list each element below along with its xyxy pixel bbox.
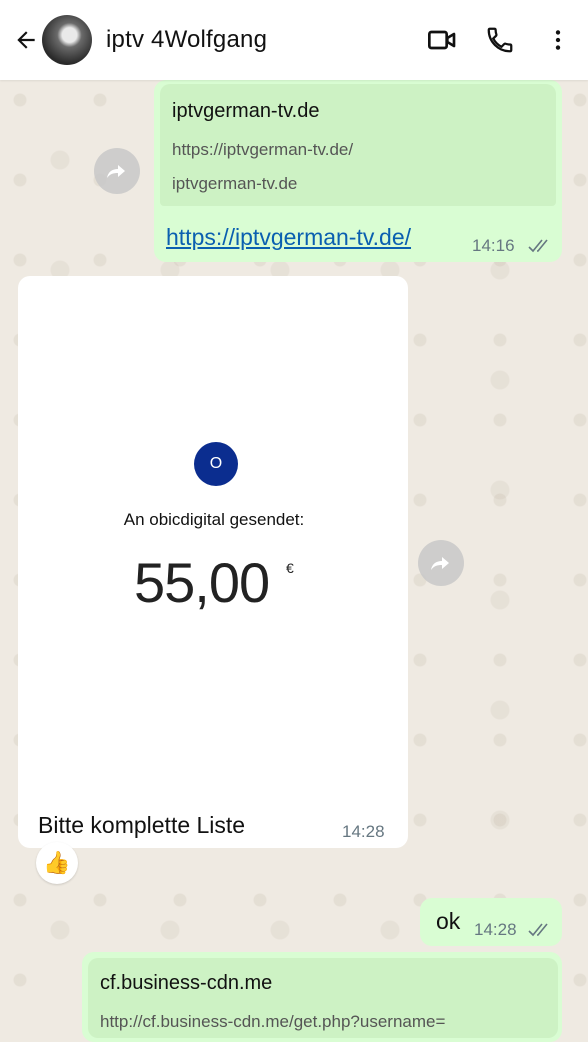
payment-screenshot[interactable]: O An obicdigital gesendet: 55,00 € [24,282,404,804]
link-preview-card[interactable]: cf.business-cdn.me http://cf.business-cd… [88,958,558,1038]
payment-logo: O [194,442,238,486]
more-vert-icon [555,30,561,50]
chat-header: iptv 4Wolfgang [0,0,588,80]
back-arrow-icon [17,31,35,49]
message-link[interactable]: https://iptvgerman-tv.de/ [166,224,411,251]
voice-call-button[interactable] [478,18,522,62]
video-call-button[interactable] [420,18,464,62]
forward-button[interactable] [94,148,140,194]
link-preview-card[interactable]: iptvgerman-tv.de https://iptvgerman-tv.d… [160,84,556,206]
forward-icon [107,165,125,178]
double-check-icon [528,923,548,937]
message-time: 14:28 [342,822,385,841]
back-button[interactable] [6,20,46,60]
link-preview-title: iptvgerman-tv.de [172,100,320,122]
forward-button[interactable] [418,540,464,586]
message-time: 14:16 [472,236,515,255]
thumbs-up-reaction[interactable]: 👍 [36,842,78,884]
image-caption: Bitte komplette Liste [38,812,246,838]
forward-icon [431,557,449,570]
payment-currency: € [286,560,294,576]
payment-amount: 55,00 [134,551,270,614]
link-preview-domain: iptvgerman-tv.de [172,174,298,193]
phone-icon [487,27,513,53]
link-preview-description: https://iptvgerman-tv.de/ [172,140,354,159]
avatar[interactable] [42,15,92,65]
video-call-icon [428,30,456,50]
message-text: ok [436,908,461,934]
double-check-icon [528,239,548,253]
menu-button[interactable] [536,18,580,62]
payment-recipient-text: An obicdigital gesendet: [123,510,305,529]
contact-name[interactable]: iptv 4Wolfgang [106,26,420,54]
link-preview-description: http://cf.business-cdn.me/get.php?userna… [100,1012,446,1031]
message-time: 14:28 [474,920,517,939]
link-preview-title: cf.business-cdn.me [100,972,273,994]
